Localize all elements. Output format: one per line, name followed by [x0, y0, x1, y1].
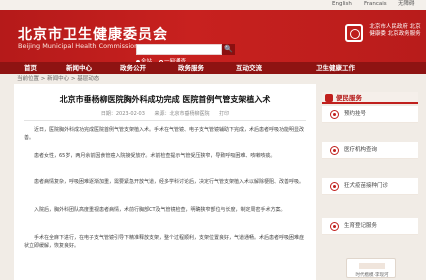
article-paragraph: 手术在全麻下进行，在电子支气管镜引导下精准释放支架，整个过程顺利，支架位置良好，…	[24, 235, 305, 250]
article-date: 日期：2023-02-03	[100, 111, 145, 117]
service-label: 生育登记服务	[344, 223, 378, 229]
breadcrumb: 当前位置 > 新闻中心 > 基层动态	[17, 76, 100, 82]
nav-interaction[interactable]: 互动交流	[236, 62, 262, 74]
service-panel-title[interactable]: 便民服务	[336, 93, 362, 103]
divider	[24, 120, 306, 121]
lang-francais-link[interactable]: Francais	[364, 1, 387, 8]
card-caption: 时代楷模·李现河	[355, 273, 389, 278]
gov-seal-icon	[345, 24, 363, 42]
nav-news[interactable]: 新闻中心	[66, 62, 92, 74]
accessibility-link[interactable]: 无障碍	[398, 1, 415, 8]
lang-english-link[interactable]: English	[332, 1, 352, 8]
nav-health-work[interactable]: 卫生健康工作	[316, 62, 355, 74]
calendar-icon	[330, 110, 339, 119]
service-label: 预约挂号	[344, 111, 367, 117]
article-title: 北京市垂杨柳医院胸外科成功完成 医院首例气管支架植入术	[59, 95, 271, 104]
search-button[interactable]: 🔍	[222, 44, 235, 55]
print-link[interactable]: 打印	[219, 111, 229, 117]
site-header: 北京市卫生健康委员会 Beijing Municipal Health Comm…	[0, 10, 426, 65]
site-subtitle: Beijing Municipal Health Commission	[18, 42, 139, 50]
service-item-appointment[interactable]: 预约挂号	[322, 106, 418, 123]
article-paragraph: 近日，医院胸外科成功完成医院首例气管支架植入术。手术在气管镜、电子支气管镜辅助下…	[24, 127, 305, 142]
feature-card[interactable]: 时代楷模·李现河	[346, 258, 396, 278]
article-panel: 北京市垂杨柳医院胸外科成功完成 医院首例气管支架植入术 日期：2023-02-0…	[14, 84, 316, 280]
nav-gov-service[interactable]: 政务服务	[178, 62, 204, 74]
service-label: 狂犬疫苗接种门诊	[344, 183, 389, 189]
service-item-rabies-vaccine[interactable]: 狂犬疫苗接种门诊	[322, 178, 418, 195]
service-item-birth-registration[interactable]: 生育登记服务	[322, 218, 418, 235]
main-nav: 首页 新闻中心 政务公开 政务服务 互动交流 卫生健康工作	[0, 62, 426, 74]
top-utility-bar: English Francais 无障碍	[0, 0, 426, 10]
site-title[interactable]: 北京市卫生健康委员会	[18, 24, 168, 44]
hospital-icon	[330, 146, 339, 155]
service-panel-header: 便民服务	[322, 92, 418, 104]
baby-icon	[330, 222, 339, 231]
article-paragraph: 患者病情复杂，呼吸困难逐渐加重，需要紧急开放气道，经多学科讨论后，决定行气管支架…	[34, 179, 305, 185]
nav-home[interactable]: 首页	[24, 62, 37, 74]
service-icon	[325, 94, 333, 102]
service-item-hospital-search[interactable]: 医疗机构查询	[322, 142, 418, 159]
article-meta: 日期：2023-02-03 来源：北京市垂杨柳医院 打印	[14, 110, 316, 117]
nav-gov-open[interactable]: 政务公开	[120, 62, 146, 74]
gov-logo-text[interactable]: 北京市人民政府 北京健康委 北京政务服务	[367, 24, 423, 38]
article-source: 来源：北京市垂杨柳医院	[154, 111, 210, 117]
card-banner	[359, 263, 385, 269]
article-paragraph: 患者女性，65岁，两月余前因食管癌入院接受放疗。术前检查提示气管受压狭窄，导致呼…	[34, 153, 276, 159]
search-input[interactable]	[136, 44, 222, 55]
syringe-icon	[330, 182, 339, 191]
sidebar: 便民服务 预约挂号 医疗机构查询 狂犬疫苗接种门诊 生育登记服务 时代楷模·李现…	[322, 84, 418, 280]
article-paragraph: 入院后，胸外科团队高度重视患者病情，术前行胸部CT及气管镜检查，明确狭窄部位与长…	[34, 207, 286, 213]
service-label: 医疗机构查询	[344, 147, 378, 153]
